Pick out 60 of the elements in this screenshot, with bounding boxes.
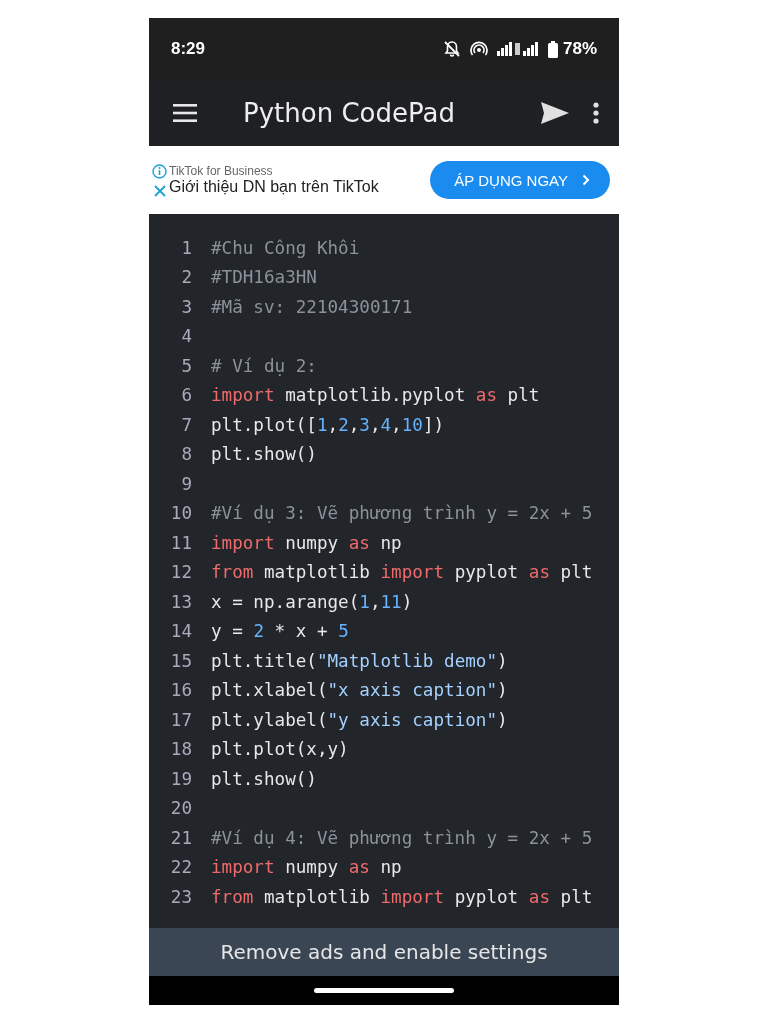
- line-number: 23: [169, 886, 192, 907]
- menu-icon[interactable]: [173, 104, 197, 122]
- battery-percent: 78%: [562, 39, 597, 59]
- code-line: plt.xlabel("x axis caption"): [211, 680, 508, 701]
- code-line: import matplotlib.pyplot as plt: [211, 385, 540, 406]
- line-number: 7: [180, 414, 192, 435]
- line-number: 21: [169, 827, 192, 848]
- line-number: 13: [169, 591, 192, 612]
- line-number: 16: [169, 680, 192, 701]
- close-icon[interactable]: [153, 185, 166, 197]
- code-line: x = np.arange(1,11): [211, 591, 413, 612]
- line-number: 15: [169, 650, 192, 671]
- line-number: 11: [169, 532, 192, 553]
- line-number: 14: [169, 621, 192, 642]
- code-line: plt.plot(x,y): [211, 739, 349, 760]
- chevron-right-icon: [582, 174, 590, 186]
- send-icon[interactable]: [541, 102, 569, 124]
- code-line: plt.title("Matplotlib demo"): [211, 650, 508, 671]
- code-line: plt.plot([1,2,3,4,10]): [211, 414, 445, 435]
- code-line: # Ví dụ 2:: [211, 355, 317, 376]
- code-line: from matplotlib import pyplot as plt: [211, 886, 593, 907]
- code-line: plt.show(): [211, 444, 317, 465]
- line-number: 12: [169, 562, 192, 583]
- clock-time: 8:29: [171, 39, 206, 59]
- code-line: plt.show(): [211, 768, 317, 789]
- line-number: 5: [180, 355, 192, 376]
- info-icon[interactable]: [152, 164, 167, 179]
- code-line: #TDH16a3HN: [211, 267, 317, 288]
- more-icon[interactable]: [593, 102, 599, 124]
- code-line: #Ví dụ 3: Vẽ phương trình y = 2x + 5: [211, 503, 593, 524]
- code-line: plt.ylabel("y axis caption"): [211, 709, 508, 730]
- code-line: #Chu Công Khôi: [211, 237, 360, 258]
- line-number: 17: [169, 709, 192, 730]
- line-number: 4: [180, 326, 192, 347]
- line-number: 19: [169, 768, 192, 789]
- ad-headline: Giới thiệu DN bạn trên TikTok: [169, 178, 380, 196]
- line-number: 22: [169, 857, 192, 878]
- line-number: 1: [180, 237, 192, 258]
- line-number: 10: [169, 503, 192, 524]
- line-number: 9: [180, 473, 192, 494]
- code-line: y = 2 * x + 5: [211, 621, 349, 642]
- code-line: import numpy as np: [211, 532, 402, 553]
- signal-icon: [496, 42, 539, 56]
- line-number: 20: [169, 798, 192, 819]
- hotspot-icon: [469, 41, 488, 57]
- advertiser-name: TikTok for Business: [169, 164, 274, 178]
- remove-ads-button[interactable]: Remove ads and enable settings: [149, 928, 619, 976]
- line-number: 2: [180, 267, 192, 288]
- line-number: 6: [180, 385, 192, 406]
- app-title: Python CodePad: [243, 98, 456, 128]
- line-number: 18: [169, 739, 192, 760]
- code-line: #Ví dụ 4: Vẽ phương trình y = 2x + 5: [211, 827, 593, 848]
- code-line: from matplotlib import pyplot as plt: [211, 562, 593, 583]
- code-line: import numpy as np: [211, 857, 402, 878]
- code-editor[interactable]: [149, 214, 619, 928]
- muted-bell-icon: [442, 40, 461, 58]
- line-number: 8: [180, 444, 192, 465]
- code-line: #Mã sv: 22104300171: [211, 296, 413, 317]
- line-number: 3: [180, 296, 192, 317]
- battery-icon: [547, 40, 558, 58]
